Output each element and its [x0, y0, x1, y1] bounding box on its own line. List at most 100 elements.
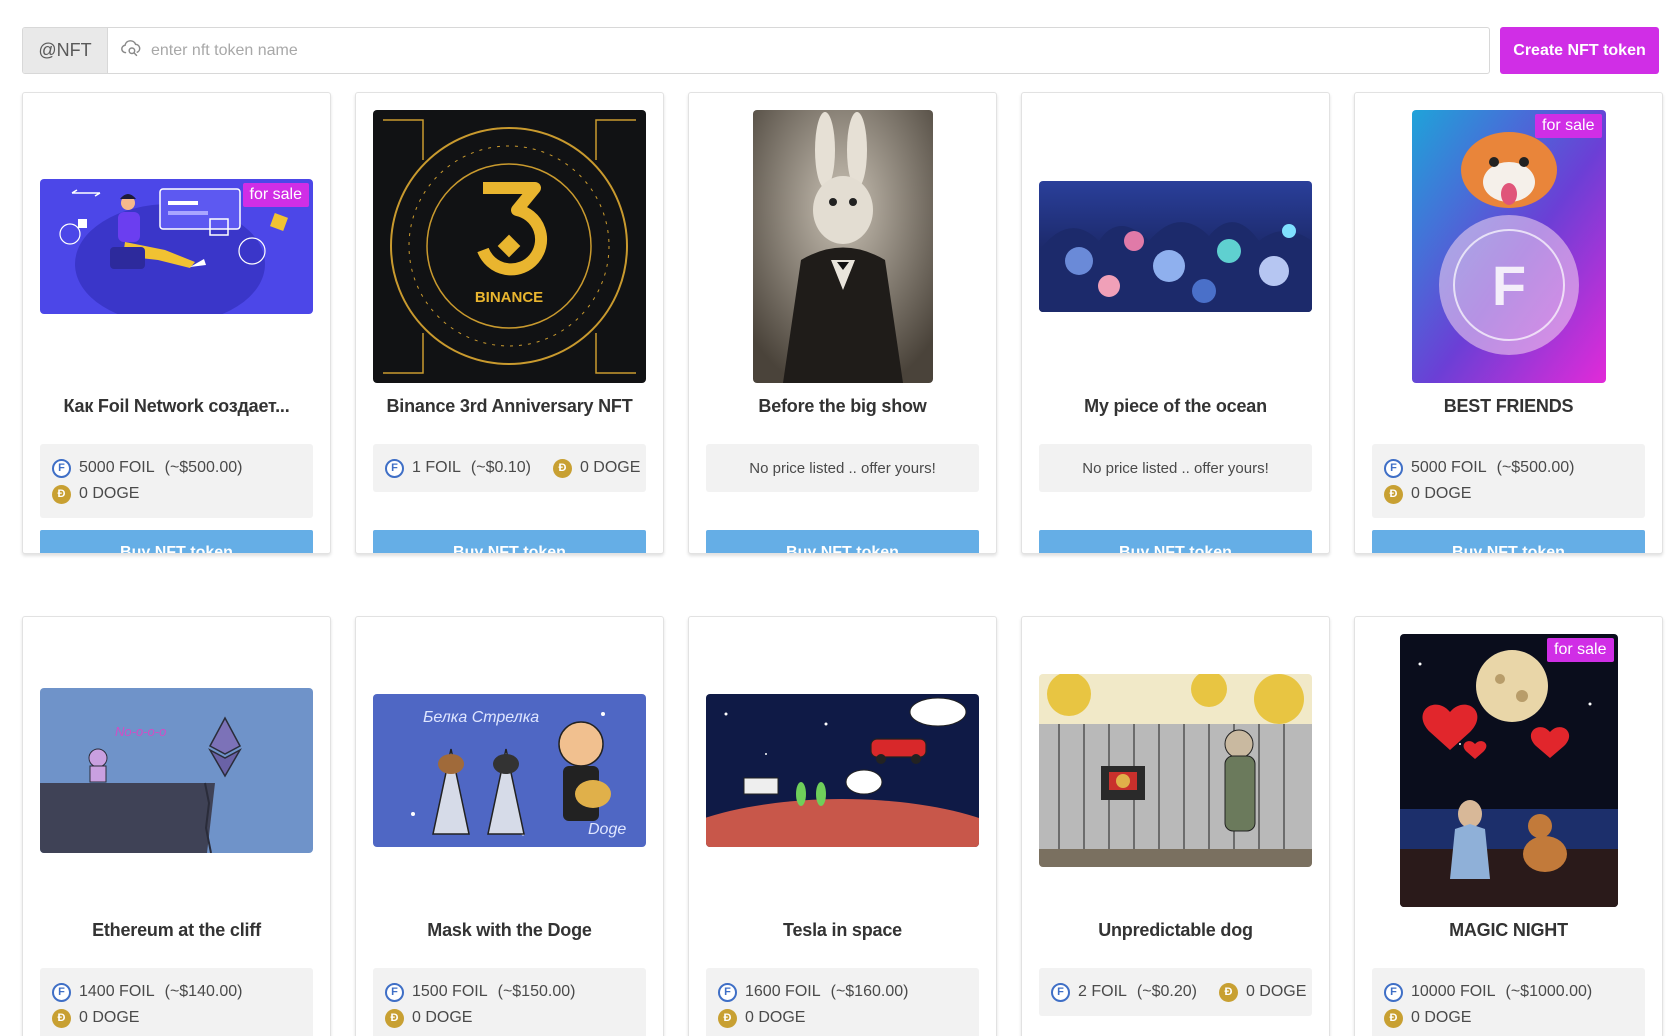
doge-amount: 0 DOGE [412, 1009, 473, 1026]
card-image-area: for sale [1372, 634, 1645, 907]
rockets-cartoon[interactable]: Белка Стрелка Doge [373, 694, 646, 847]
doge-coin-icon: Ð [385, 1008, 404, 1028]
foil-coin-icon: F [52, 982, 71, 1002]
for-sale-badge: for sale [1535, 114, 1602, 138]
foil-price-row: F 5000 FOIL (~$500.00) [40, 455, 313, 481]
doge-coin-icon: Ð [52, 1008, 71, 1028]
usd-amount: (~$150.00) [497, 983, 576, 1000]
doge-coin-icon: Ð [52, 484, 71, 504]
foil-coin-icon: F [385, 982, 404, 1002]
doge-price-row: Ð 0 DOGE [40, 481, 313, 507]
nft-card[interactable]: BINANCE Binance 3rd Anniversary NFT F 1 … [355, 92, 664, 554]
ethereum-cliff-cartoon[interactable]: No-o-o-o [40, 688, 313, 853]
doge-coin-icon: Ð [1384, 1008, 1403, 1028]
card-image-area: BINANCE [373, 110, 646, 383]
no-price-text: No price listed .. offer yours! [749, 459, 936, 477]
card-title: Unpredictable dog [1098, 920, 1253, 940]
svg-text:Белка Стрелка: Белка Стрелка [423, 709, 539, 726]
card-image-area: F for sale [1372, 110, 1645, 383]
foil-amount: 1500 FOIL [412, 983, 488, 1000]
foil-coin-icon: F [1384, 982, 1403, 1002]
search-input-wrap [108, 28, 1489, 73]
nft-card[interactable]: for sale Как Foil Network создает... F 5… [22, 92, 331, 554]
price-row: F 2 FOIL (~$0.20) Ð 0 DOGE [1039, 968, 1312, 1016]
cloud-search-icon [120, 37, 142, 64]
price-row: F 1 FOIL (~$0.10) Ð 0 DOGE [373, 444, 646, 492]
foil-coin-icon: F [718, 982, 737, 1002]
foil-amount: 1 FOIL [412, 459, 461, 476]
nft-card[interactable]: Unpredictable dog F 2 FOIL (~$0.20) Ð 0 … [1021, 616, 1330, 1036]
card-title: MAGIC NIGHT [1449, 920, 1568, 940]
foil-amount: 5000 FOIL [1411, 459, 1487, 476]
doge-price-row: Ð 0 DOGE [1372, 481, 1645, 507]
buy-nft-button[interactable]: Buy NFT token [706, 530, 979, 553]
tesla-space-cartoon[interactable] [706, 694, 979, 847]
buy-nft-button[interactable]: Buy NFT token [373, 530, 646, 553]
search-input[interactable] [151, 41, 1489, 60]
buy-nft-button[interactable]: Buy NFT token [1039, 530, 1312, 553]
price-box: No price listed .. offer yours! [1039, 444, 1312, 492]
nft-card[interactable]: My piece of the ocean No price listed ..… [1021, 92, 1330, 554]
card-title: Ethereum at the cliff [92, 920, 261, 940]
price-box: F 2 FOIL (~$0.20) Ð 0 DOGE [1039, 968, 1312, 1016]
buy-nft-button[interactable]: Buy NFT token [40, 530, 313, 553]
doge-amount: 0 DOGE [1411, 1009, 1472, 1026]
create-nft-button[interactable]: Create NFT token [1500, 27, 1659, 74]
moon-night-art[interactable]: for sale [1399, 634, 1618, 907]
nft-card[interactable]: No-o-o-o Ethereum at the cliff F 1400 FO… [22, 616, 331, 1036]
foil-price-row: F 1400 FOIL (~$140.00) [40, 979, 313, 1005]
doge-inline: Ð 0 DOGE [552, 458, 641, 478]
price-box: No price listed .. offer yours! [706, 444, 979, 492]
nft-card[interactable]: Before the big show No price listed .. o… [688, 92, 997, 554]
doge-amount: 0 DOGE [579, 459, 641, 476]
price-box: F 1 FOIL (~$0.10) Ð 0 DOGE [373, 444, 646, 492]
foil-network-illustration[interactable]: for sale [40, 179, 313, 314]
nft-card[interactable]: F for sale BEST FRIENDS F 5000 FOIL (~$5… [1354, 92, 1663, 554]
foil-price-row: F 1500 FOIL (~$150.00) [373, 979, 646, 1005]
nft-card[interactable]: Белка Стрелка Doge Mask with the Doge F … [355, 616, 664, 1036]
svg-text:No-o-o-o: No-o-o-o [115, 724, 166, 739]
coral-reef[interactable] [1039, 181, 1312, 312]
dog-coin-art[interactable]: F for sale [1411, 110, 1606, 383]
for-sale-badge: for sale [1547, 638, 1614, 662]
rabbit-portrait[interactable] [752, 110, 933, 383]
foil-amount: 5000 FOIL [79, 459, 155, 476]
card-image-area [706, 634, 979, 907]
doge-coin-icon: Ð [718, 1008, 737, 1028]
nft-card[interactable]: for sale MAGIC NIGHT F 10000 FOIL (~$100… [1354, 616, 1663, 1036]
foil-coin-icon: F [52, 458, 71, 478]
foil-price-row: F 5000 FOIL (~$500.00) [1372, 455, 1645, 481]
card-image-area: for sale [40, 110, 313, 383]
card-image-area: Белка Стрелка Doge [373, 634, 646, 907]
binance-logo-text: BINANCE [475, 289, 543, 306]
doge-amount: 0 DOGE [79, 485, 140, 502]
search-prefix: @NFT [23, 28, 108, 73]
doge-amount: 0 DOGE [79, 1009, 140, 1026]
card-title: Binance 3rd Anniversary NFT [386, 396, 633, 416]
doge-price-row: Ð 0 DOGE [373, 1005, 646, 1031]
card-image-area [706, 110, 979, 383]
price-box: F 5000 FOIL (~$500.00) Ð 0 DOGE [1372, 444, 1645, 518]
svg-text:F: F [1491, 254, 1525, 317]
nft-card[interactable]: Tesla in space F 1600 FOIL (~$160.00) Ð … [688, 616, 997, 1036]
foil-amount: 10000 FOIL [1411, 983, 1496, 1000]
card-image-area [1039, 110, 1312, 383]
foil-amount: 1600 FOIL [745, 983, 821, 1000]
card-title: BEST FRIENDS [1443, 396, 1574, 416]
foil-amount: 2 FOIL [1078, 983, 1127, 1000]
foil-amount: 1400 FOIL [79, 983, 155, 1000]
no-price-text: No price listed .. offer yours! [1082, 459, 1269, 477]
doge-coin-icon: Ð [552, 458, 572, 478]
doge-inline: Ð 0 DOGE [1218, 982, 1306, 1002]
card-title: Mask with the Doge [427, 920, 592, 940]
usd-amount: (~$500.00) [164, 459, 243, 476]
svg-text:Doge: Doge [588, 821, 626, 838]
usd-amount: (~$160.00) [830, 983, 909, 1000]
buy-nft-button[interactable]: Buy NFT token [1372, 530, 1645, 553]
doge-coin-icon: Ð [1384, 484, 1403, 504]
usd-amount: (~$500.00) [1496, 459, 1575, 476]
fence-dog-cartoon[interactable] [1039, 674, 1312, 867]
binance-3-emblem[interactable]: BINANCE [373, 110, 646, 383]
doge-amount: 0 DOGE [745, 1009, 806, 1026]
card-image-area: No-o-o-o [40, 634, 313, 907]
